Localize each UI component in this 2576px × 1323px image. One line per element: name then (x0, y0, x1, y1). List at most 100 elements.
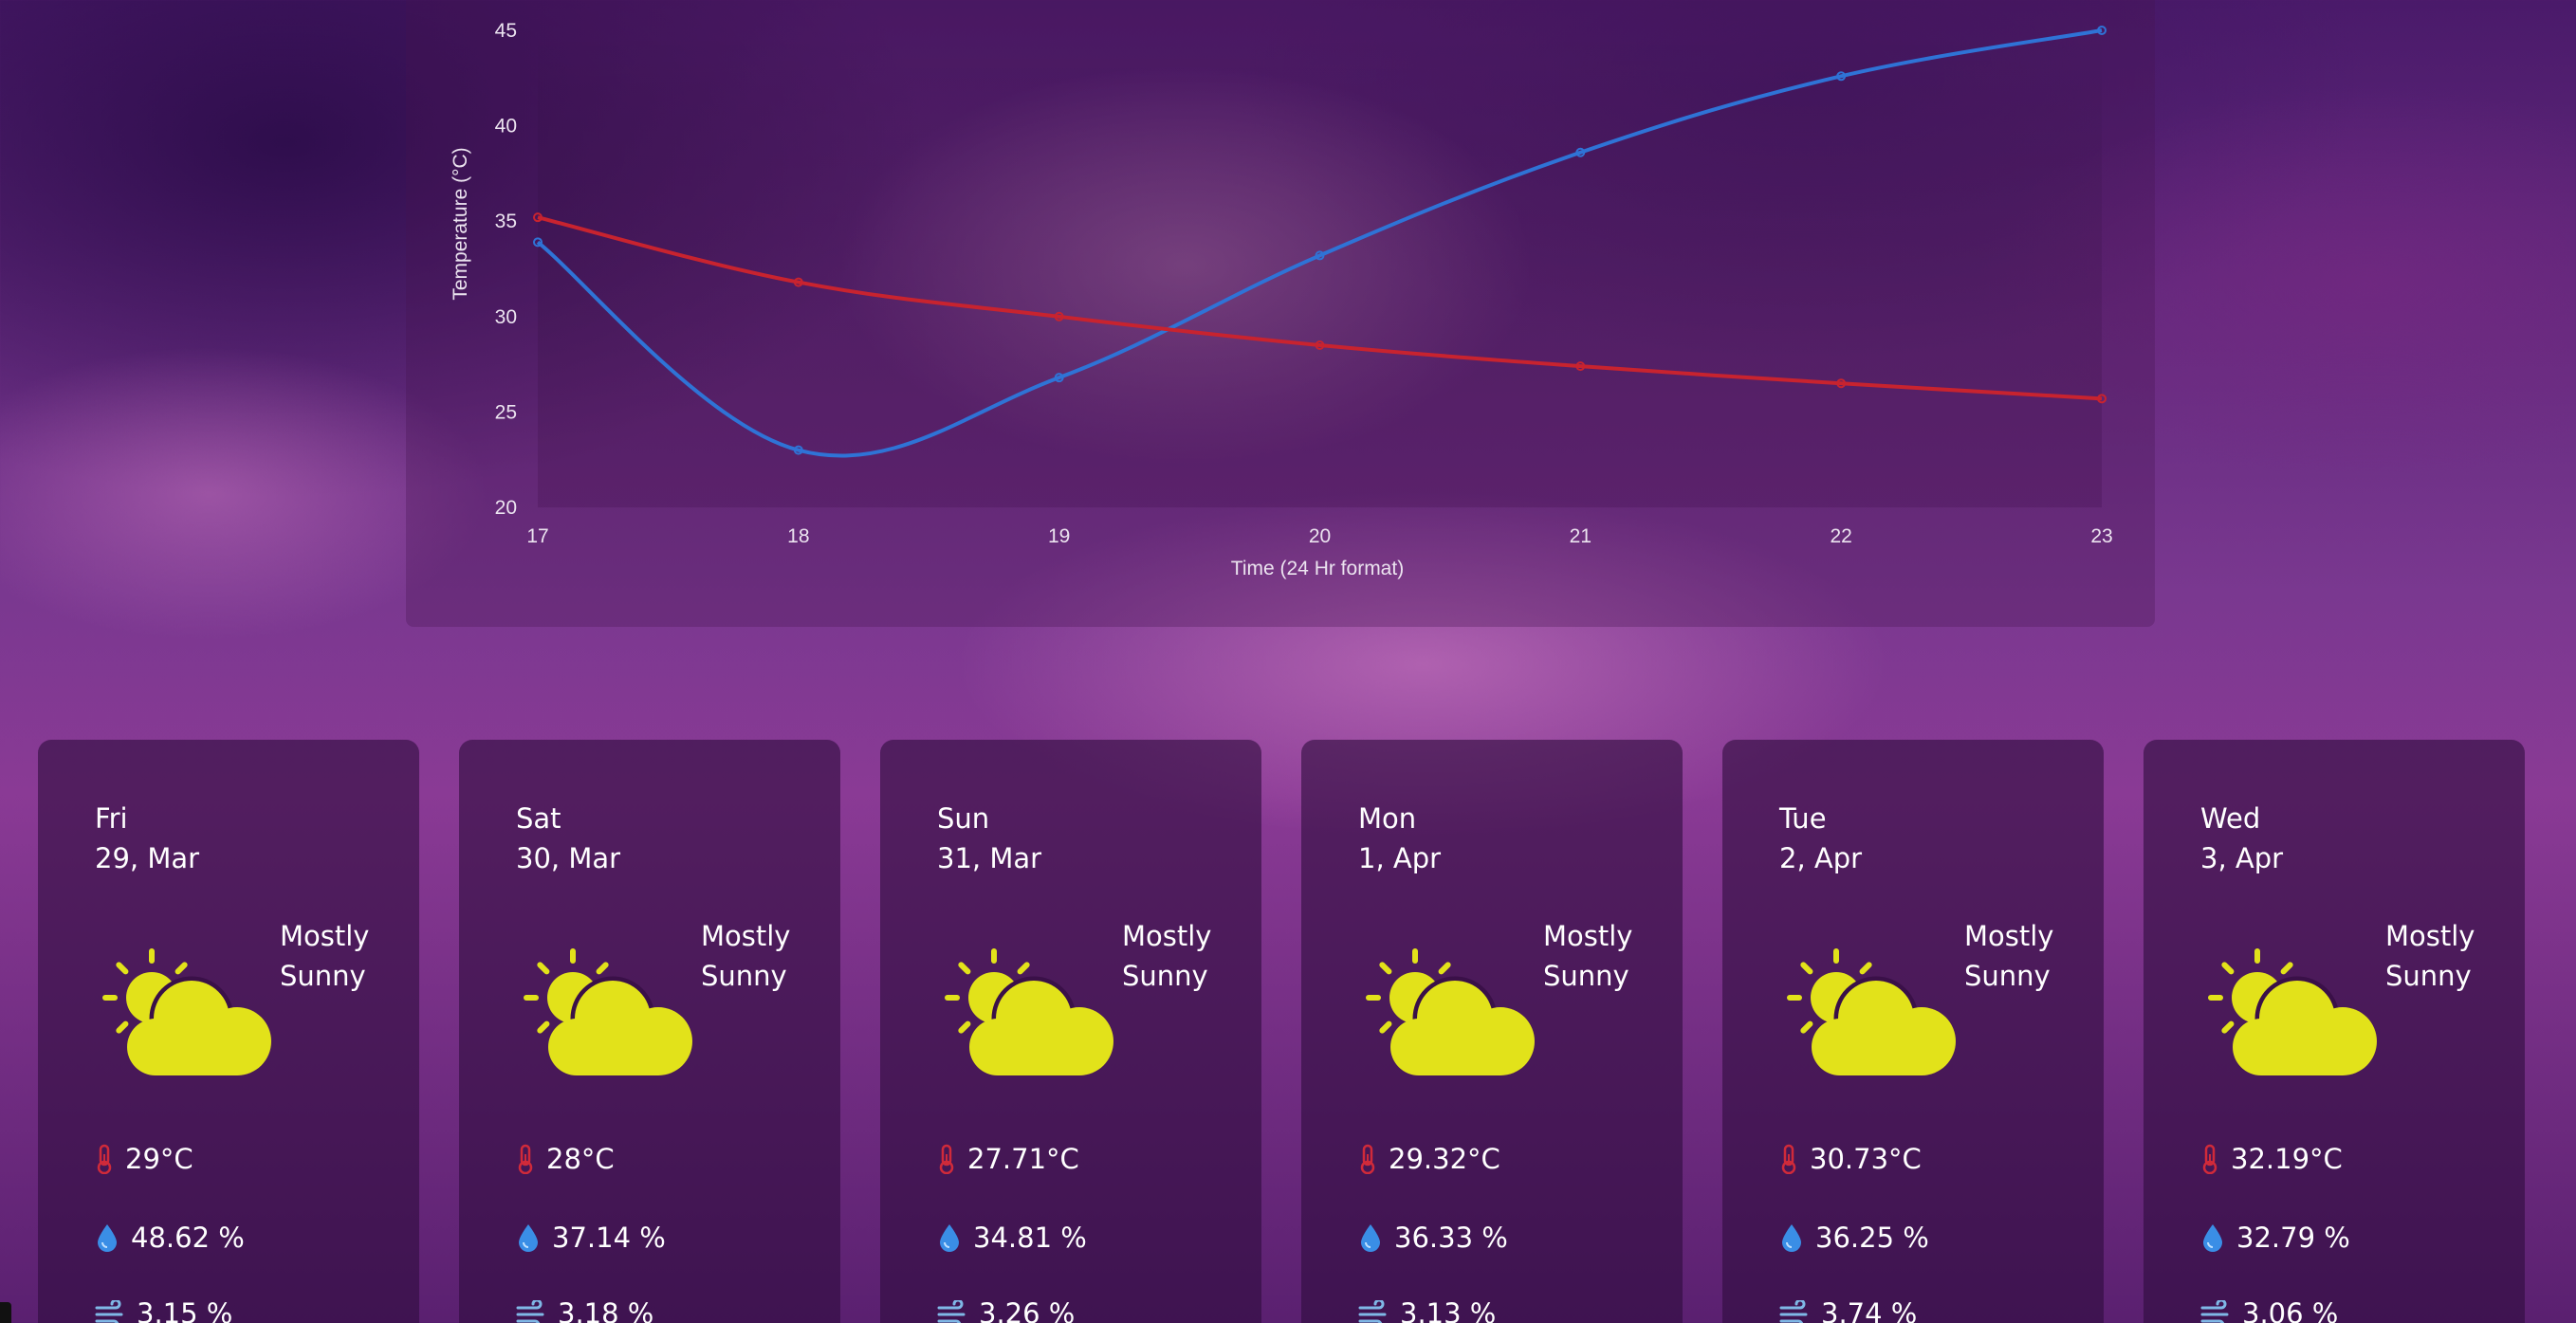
temperature-chart-panel: 20 25 30 35 40 45 17 18 19 20 21 22 23 Temperature … (406, 0, 2155, 627)
x-tick-label: 18 (787, 525, 809, 547)
y-tick-label: 35 (495, 211, 517, 232)
card-condition-line-2: Sunny (1964, 960, 2051, 992)
card-condition-line-1: Mostly (2385, 920, 2475, 952)
card-humidity: 48.62 % (95, 1219, 245, 1257)
card-wind-value: 3.26 % (979, 1297, 1076, 1323)
sun-behind-cloud-icon (1366, 948, 1535, 1075)
card-date: Mon 1, Apr (1358, 799, 1441, 878)
thermometer-icon (518, 1144, 533, 1174)
y-tick-label: 45 (495, 20, 517, 42)
card-temperature-value: 28°C (546, 1143, 615, 1175)
sun-behind-cloud-icon (945, 948, 1113, 1075)
wind-icon (516, 1300, 544, 1323)
y-tick-label: 30 (495, 306, 517, 328)
card-humidity-value: 36.33 % (1394, 1222, 1508, 1254)
sun-behind-cloud-icon (2208, 948, 2377, 1075)
card-date: Tue 2, Apr (1779, 799, 1862, 878)
card-day-month: 1, Apr (1358, 842, 1442, 874)
card-date: Sat 30, Mar (516, 799, 620, 878)
card-date: Fri 29, Mar (95, 799, 199, 878)
forecast-card: Mon 1, Apr Mostly Sunny 29.32°C 36.33 % … (1301, 740, 1683, 1323)
card-condition: Mostly Sunny (701, 916, 790, 996)
card-humidity: 32.79 % (2200, 1219, 2350, 1257)
wind-icon (2200, 1300, 2229, 1323)
card-humidity: 36.33 % (1358, 1219, 1508, 1257)
card-weekday: Tue (1779, 802, 1827, 835)
card-condition-line-2: Sunny (2385, 960, 2472, 992)
card-condition-line-2: Sunny (1122, 960, 1208, 992)
card-wind-value: 3.74 % (1821, 1297, 1918, 1323)
card-temperature: 32.19°C (2200, 1140, 2343, 1178)
thermometer-icon (97, 1144, 112, 1174)
card-temperature: 29.32°C (1358, 1140, 1500, 1178)
card-temperature-value: 29°C (125, 1143, 193, 1175)
card-condition-line-1: Mostly (1122, 920, 1212, 952)
sun-behind-cloud-icon (102, 948, 271, 1075)
card-condition-line-1: Mostly (1543, 920, 1633, 952)
card-wind: 3.06 % (2200, 1295, 2338, 1323)
card-temperature: 27.71°C (937, 1140, 1079, 1178)
thermometer-icon (1781, 1144, 1796, 1174)
card-weekday: Wed (2200, 802, 2261, 835)
forecast-card: Sat 30, Mar Mostly Sunny 28°C 37.14 % 3.… (459, 740, 840, 1323)
card-weekday: Sat (516, 802, 561, 835)
card-temperature: 28°C (516, 1140, 615, 1178)
card-humidity-value: 34.81 % (973, 1222, 1087, 1254)
card-condition: Mostly Sunny (1964, 916, 2053, 996)
card-wind: 3.15 % (95, 1295, 232, 1323)
scrollbar-corner (0, 1302, 11, 1323)
y-tick-label: 40 (495, 116, 517, 138)
card-weekday: Fri (95, 802, 128, 835)
x-tick-label: 23 (2090, 525, 2112, 547)
x-tick-label: 19 (1048, 525, 1070, 547)
thermometer-icon (2202, 1144, 2217, 1174)
card-wind: 3.74 % (1779, 1295, 1917, 1323)
card-day-month: 29, Mar (95, 842, 200, 874)
temperature-line-chart: 20 25 30 35 40 45 17 18 19 20 21 22 23 Temperature … (450, 20, 2113, 579)
sun-behind-cloud-icon (1787, 948, 1956, 1075)
card-wind-value: 3.06 % (2242, 1297, 2339, 1323)
card-wind: 3.26 % (937, 1295, 1075, 1323)
y-tick-label: 20 (495, 497, 517, 519)
card-humidity-value: 32.79 % (2236, 1222, 2350, 1254)
card-date: Wed 3, Apr (2200, 799, 2283, 878)
card-temperature: 29°C (95, 1140, 193, 1178)
card-humidity: 34.81 % (937, 1219, 1087, 1257)
card-day-month: 31, Mar (937, 842, 1042, 874)
card-humidity-value: 36.25 % (1815, 1222, 1929, 1254)
wind-icon (937, 1300, 966, 1323)
card-condition-line-1: Mostly (701, 920, 791, 952)
card-humidity: 36.25 % (1779, 1219, 1929, 1257)
card-condition: Mostly Sunny (2385, 916, 2475, 996)
card-temperature: 30.73°C (1779, 1140, 1922, 1178)
card-temperature-value: 32.19°C (2231, 1143, 2343, 1175)
card-day-month: 30, Mar (516, 842, 621, 874)
card-condition-line-2: Sunny (701, 960, 787, 992)
card-temperature-value: 27.71°C (967, 1143, 1079, 1175)
droplet-icon (1782, 1224, 1801, 1252)
y-axis-label: Temperature (°C) (450, 147, 471, 300)
card-weekday: Sun (937, 802, 990, 835)
card-temperature-value: 30.73°C (1810, 1143, 1922, 1175)
forecast-card: Tue 2, Apr Mostly Sunny 30.73°C 36.25 % … (1722, 740, 2104, 1323)
card-condition: Mostly Sunny (1122, 916, 1211, 996)
card-condition: Mostly Sunny (280, 916, 369, 996)
card-wind: 3.13 % (1358, 1295, 1496, 1323)
forecast-card: Fri 29, Mar Mostly Sunny 29°C 48.62 % 3.… (38, 740, 419, 1323)
card-wind-value: 3.18 % (558, 1297, 654, 1323)
card-humidity: 37.14 % (516, 1219, 666, 1257)
x-tick-label: 22 (1830, 525, 1851, 547)
card-condition-line-1: Mostly (1964, 920, 2054, 952)
y-axis-ticks: 20 25 30 35 40 45 (495, 20, 517, 519)
x-tick-label: 20 (1309, 525, 1331, 547)
card-date: Sun 31, Mar (937, 799, 1041, 878)
y-tick-label: 25 (495, 401, 517, 423)
wind-icon (1358, 1300, 1387, 1323)
x-tick-label: 17 (526, 525, 548, 547)
droplet-icon (98, 1224, 117, 1252)
card-day-month: 2, Apr (1779, 842, 1863, 874)
plot-area (538, 30, 2102, 507)
card-humidity-value: 48.62 % (131, 1222, 245, 1254)
thermometer-icon (939, 1144, 954, 1174)
droplet-icon (519, 1224, 538, 1252)
